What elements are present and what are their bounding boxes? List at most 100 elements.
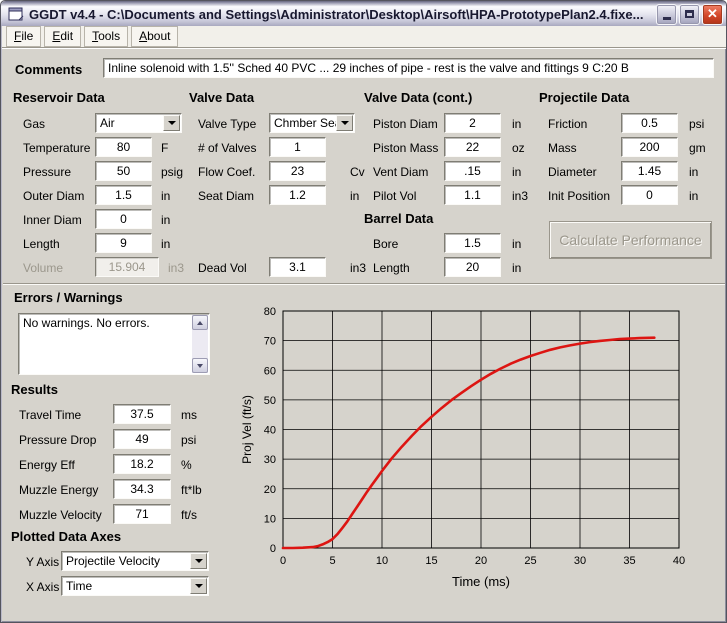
muzzle-velocity-label: Muzzle Velocity	[19, 508, 102, 522]
svg-text:0: 0	[280, 555, 286, 567]
svg-text:5: 5	[329, 555, 335, 567]
valve-type-select[interactable]: Chmber Seal	[269, 113, 355, 133]
scroll-up-button[interactable]	[192, 315, 208, 330]
plotted-axes-section-title: Plotted Data Axes	[11, 529, 121, 544]
outer-diam-unit: in	[161, 189, 170, 203]
res-length-input[interactable]	[95, 233, 152, 253]
flow-coef-unit: Cv	[350, 165, 365, 179]
svg-text:25: 25	[524, 555, 536, 567]
travel-time-field[interactable]	[113, 404, 171, 424]
menu-bar: File Edit Tools About	[2, 26, 727, 48]
valve-type-dropdown-button[interactable]	[336, 115, 353, 131]
app-icon	[8, 7, 24, 22]
dead-vol-input[interactable]	[269, 257, 326, 277]
inner-diam-unit: in	[161, 213, 170, 227]
friction-input[interactable]	[621, 113, 678, 133]
piston-mass-input[interactable]	[444, 137, 501, 157]
proj-diameter-input[interactable]	[621, 161, 678, 181]
x-axis-value: Time	[62, 579, 190, 593]
vent-diam-unit: in	[512, 165, 521, 179]
bore-input[interactable]	[444, 233, 501, 253]
vent-diam-input[interactable]	[444, 161, 501, 181]
muzzle-energy-unit: ft*lb	[181, 483, 202, 497]
proj-mass-input[interactable]	[621, 137, 678, 157]
gas-value: Air	[96, 116, 163, 130]
menu-file[interactable]: File	[6, 26, 41, 47]
y-axis-select[interactable]: Projectile Velocity	[61, 551, 209, 571]
errors-scrollbar[interactable]	[192, 315, 208, 373]
temperature-input[interactable]	[95, 137, 152, 157]
piston-diam-unit: in	[512, 117, 521, 131]
gas-select[interactable]: Air	[95, 113, 182, 133]
errors-textarea[interactable]: No warnings. No errors.	[18, 313, 210, 375]
temperature-label: Temperature	[23, 141, 90, 155]
friction-label: Friction	[548, 117, 587, 131]
volume-label: Volume	[23, 261, 63, 275]
seat-diam-unit: in	[350, 189, 359, 203]
svg-text:30: 30	[264, 454, 276, 466]
flow-coef-input[interactable]	[269, 161, 326, 181]
piston-diam-input[interactable]	[444, 113, 501, 133]
chevron-down-icon	[168, 121, 176, 125]
init-position-input[interactable]	[621, 185, 678, 205]
seat-diam-label: Seat Diam	[198, 189, 254, 203]
muzzle-energy-field[interactable]	[113, 479, 171, 499]
reservoir-section-title: Reservoir Data	[13, 90, 105, 105]
travel-time-unit: ms	[181, 408, 197, 422]
res-length-label: Length	[23, 237, 60, 251]
x-axis-label: X Axis	[26, 580, 59, 594]
pressure-input[interactable]	[95, 161, 152, 181]
pressure-drop-unit: psi	[181, 433, 196, 447]
proj-diameter-label: Diameter	[548, 165, 597, 179]
pilot-vol-input[interactable]	[444, 185, 501, 205]
svg-text:Proj Vel (ft/s): Proj Vel (ft/s)	[241, 395, 254, 464]
comments-input[interactable]	[103, 58, 714, 78]
volume-unit: in3	[168, 261, 184, 275]
minimize-icon	[663, 17, 671, 20]
gas-label: Gas	[23, 117, 45, 131]
y-axis-dropdown-button[interactable]	[190, 553, 207, 569]
bore-label: Bore	[373, 237, 398, 251]
piston-diam-label: Piston Diam	[373, 117, 438, 131]
seat-diam-input[interactable]	[269, 185, 326, 205]
menu-about[interactable]: About	[131, 26, 178, 47]
friction-unit: psi	[689, 117, 704, 131]
num-valves-input[interactable]	[269, 137, 326, 157]
inner-diam-input[interactable]	[95, 209, 152, 229]
init-position-label: Init Position	[548, 189, 610, 203]
chart-svg: 051015202530354001020304050607080Time (m…	[241, 294, 723, 619]
section-divider	[3, 283, 725, 285]
title-bar[interactable]: GGDT v4.4 - C:\Documents and Settings\Ad…	[1, 1, 727, 26]
svg-text:40: 40	[673, 555, 685, 567]
close-button[interactable]: ✕	[702, 4, 723, 25]
comments-label: Comments	[15, 62, 82, 77]
energy-eff-unit: %	[181, 458, 192, 472]
piston-mass-unit: oz	[512, 141, 525, 155]
x-axis-select[interactable]: Time	[61, 576, 209, 596]
energy-eff-field[interactable]	[113, 454, 171, 474]
maximize-button[interactable]	[679, 4, 700, 25]
svg-text:60: 60	[264, 365, 276, 377]
gas-dropdown-button[interactable]	[163, 115, 180, 131]
muzzle-energy-label: Muzzle Energy	[19, 483, 98, 497]
errors-section-title: Errors / Warnings	[14, 290, 123, 305]
svg-text:35: 35	[623, 555, 635, 567]
menu-tools[interactable]: Tools	[84, 26, 128, 47]
flow-coef-label: Flow Coef.	[198, 165, 255, 179]
pressure-drop-field[interactable]	[113, 429, 171, 449]
barrel-section-title: Barrel Data	[364, 211, 433, 226]
close-icon: ✕	[707, 6, 718, 22]
minimize-button[interactable]	[656, 4, 677, 25]
window-title: GGDT v4.4 - C:\Documents and Settings\Ad…	[29, 7, 654, 22]
barrel-length-input[interactable]	[444, 257, 501, 277]
arrow-up-icon	[197, 321, 203, 325]
valve-type-label: Valve Type	[198, 117, 256, 131]
muzzle-velocity-field[interactable]	[113, 504, 171, 524]
menu-edit[interactable]: Edit	[44, 26, 81, 47]
x-axis-dropdown-button[interactable]	[190, 578, 207, 594]
svg-text:20: 20	[264, 484, 276, 496]
outer-diam-input[interactable]	[95, 185, 152, 205]
temperature-unit: F	[161, 141, 168, 155]
scroll-down-button[interactable]	[192, 358, 208, 373]
calculate-performance-button[interactable]: Calculate Performance	[549, 221, 712, 259]
